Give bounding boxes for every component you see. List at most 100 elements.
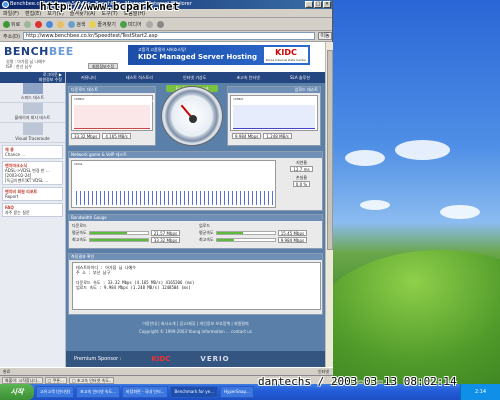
upload-graph: 10Mbit xyxy=(230,95,318,131)
status-text: 완료 xyxy=(3,369,11,374)
taskbar-item-active[interactable]: Benchmark for ye... xyxy=(170,386,218,398)
page-scrollbar[interactable] xyxy=(325,42,333,367)
menu-edit[interactable]: 편집(E) xyxy=(25,10,41,17)
start-button[interactable]: 시작 xyxy=(0,384,34,400)
popup-item[interactable]: 화풀이: 시작합니다.. xyxy=(2,376,43,384)
forward-button[interactable] xyxy=(24,20,32,28)
sidebar-item-blazer-test[interactable]: 블레이저 회사 테스트 xyxy=(0,103,65,123)
popup-item[interactable]: □ 쿠폰... xyxy=(44,376,67,384)
mail-button[interactable] xyxy=(145,20,153,28)
network-graph-max: 10ms xyxy=(74,162,83,166)
network-bars xyxy=(76,191,273,205)
refresh-icon xyxy=(46,20,54,28)
upload-mbps: 9.984 Mbps xyxy=(232,133,262,139)
popup-item[interactable]: □ 초고속 인터넷 속도.. xyxy=(68,376,115,384)
sidebar-item-traceroute[interactable]: Visual Traceroute xyxy=(0,123,65,143)
taskbar-item[interactable]: HyperSnap... xyxy=(219,386,254,398)
sidebar-box-faq[interactable]: FAQ 자주 묻는 질문 xyxy=(2,203,63,217)
network-panel: Network game & VoIP 테스트 10ms 지연율 12.7 ms… xyxy=(68,151,323,211)
sidebar-item-speed-test[interactable]: 스피드 테스트 xyxy=(0,83,65,103)
nav-sla[interactable]: SLA 솔루션 xyxy=(290,75,310,81)
nav-broadband[interactable]: 초고속 인터넷 xyxy=(237,75,260,81)
bw-fill xyxy=(89,238,148,241)
mail-icon xyxy=(145,20,153,28)
cloud xyxy=(440,205,480,219)
test-icon xyxy=(22,103,43,114)
search-button[interactable]: 검색 xyxy=(68,20,85,28)
upload-title: 업로드 테스트 xyxy=(228,87,320,93)
sidebar-top: 로그아웃 ▶ 회원정보 수정 xyxy=(0,72,65,83)
bw-fill xyxy=(216,238,235,241)
close-button[interactable]: × xyxy=(323,1,331,8)
sidebar-box-report[interactable]: 벤치비 회원 리포트 Report xyxy=(2,187,63,201)
address-bar: 주소(D) http://www.benchbee.co.kr/Speedtes… xyxy=(0,31,332,42)
upload-mbs: 1.248 MB/s xyxy=(263,133,292,139)
nav-weather[interactable]: 인터넷 기상도 xyxy=(183,75,206,81)
sponsor-verio[interactable]: VERIO xyxy=(200,355,229,363)
green-hill xyxy=(310,250,500,384)
stop-icon xyxy=(35,20,43,28)
site-nav: 커뮤니티 테스트 히스토리 인터넷 기상도 초고속 인터넷 SLA 솔루션 xyxy=(66,72,325,83)
bw-value: 21.57 Mbps xyxy=(150,229,181,236)
minimize-button[interactable]: _ xyxy=(305,1,313,8)
footer-links[interactable]: 이용안내 | 회사소개 | 광고/제휴 | 개인정보 보호정책 | 회원탈퇴 xyxy=(66,321,325,327)
download-plot xyxy=(74,105,150,129)
sponsor-label: Premium Sponsor : xyxy=(74,356,122,362)
media-icon xyxy=(119,20,127,28)
go-button[interactable]: 이동 xyxy=(318,32,332,40)
left-sidebar: 로그아웃 ▶ 회원정보 수정 스피드 테스트 블레이저 회사 테스트 Visua… xyxy=(0,72,66,367)
browser-toolbar: 뒤로 검색 즐겨찾기 미디어 xyxy=(0,18,332,31)
home-button[interactable] xyxy=(57,20,65,28)
ie-icon xyxy=(2,1,9,8)
network-stats: 지연율 12.7 ms 손실율 0.0 % xyxy=(281,160,322,187)
download-title: 다운로드 테스트 xyxy=(69,87,155,93)
faq-text: 자주 묻는 질문 xyxy=(5,210,30,215)
download-mbs: 4.165 MB/s xyxy=(102,133,131,139)
status-zone: 인터넷 xyxy=(317,369,329,374)
bandwidth-title: Bandwidth Gauge xyxy=(69,215,322,221)
kidc-banner[interactable]: 고품격 고품질의 서버호스팅! KIDC Managed Server Host… xyxy=(128,45,310,65)
media-label: 미디어 xyxy=(127,21,142,28)
menu-file[interactable]: 파일(F) xyxy=(3,10,19,17)
stop-button[interactable] xyxy=(35,20,43,28)
scrollbar-thumb[interactable] xyxy=(327,50,333,250)
taskbar-item[interactable]: 바탕화면 - 국내 인터... xyxy=(121,386,169,398)
nav-test-history[interactable]: 테스트 히스토리 xyxy=(126,75,153,81)
bw-bar xyxy=(215,230,276,235)
back-arrow-icon xyxy=(3,20,10,28)
network-title: Network game & VoIP 테스트 xyxy=(69,152,322,158)
maximize-button[interactable]: □ xyxy=(314,1,322,8)
print-button[interactable] xyxy=(156,20,164,28)
system-tray-clock[interactable]: 2:14 xyxy=(460,384,500,400)
benchbee-logo[interactable]: BENCHBEE xyxy=(4,45,74,58)
sidebar-item-label: Visual Traceroute xyxy=(15,136,50,141)
back-button[interactable]: 뒤로 xyxy=(3,20,20,28)
print-icon xyxy=(156,20,164,28)
bw-value: 9.984 Mbps xyxy=(277,236,308,243)
logo-accent-text: BEE xyxy=(48,45,74,58)
sponsor-kidc[interactable]: KIDC xyxy=(151,355,170,363)
sidebar-box-news[interactable]: 벤치마크소식 ADSL->VDSL 변경 한 ... [2003-02-24] [독금… xyxy=(2,161,63,185)
pointer-hand-icon xyxy=(22,83,43,94)
sidebar-box-jobs[interactable]: 채 용 Chance ... xyxy=(2,145,63,159)
jobs-text: Chance ... xyxy=(5,152,26,157)
bandwidth-panel: Bandwidth Gauge 다운로드 평균속도 21.57 Mbps 최고속도… xyxy=(68,214,323,249)
star-icon xyxy=(89,20,97,28)
media-button[interactable]: 미디어 xyxy=(119,20,142,28)
favorites-button[interactable]: 즐겨찾기 xyxy=(89,20,116,28)
url-watermark: http://www.bcpark.net xyxy=(40,0,180,13)
taskbar-item[interactable]: 초고속 인터넷 속도... xyxy=(76,386,120,398)
address-input[interactable]: http://www.benchbee.co.kr/Speedtest/Test… xyxy=(22,32,315,40)
bandwidth-download: 다운로드 평균속도 21.57 Mbps 최고속도 33.32 Mbps xyxy=(72,223,194,243)
member-edit-button[interactable]: 회원정보수정 xyxy=(88,63,118,69)
favorites-label: 즐겨찾기 xyxy=(97,21,116,28)
user-info: 성명 : 아가잠 님 나예수 ISP : 한선 남우 xyxy=(6,59,46,69)
home-icon xyxy=(57,20,65,28)
nav-community[interactable]: 커뮤니티 xyxy=(81,75,96,81)
bw-fill xyxy=(216,231,244,234)
forward-arrow-icon xyxy=(24,20,32,28)
refresh-button[interactable] xyxy=(46,20,54,28)
edit-member-link[interactable]: 회원정보 수정 xyxy=(0,77,62,82)
taskbar-item[interactable]: 고유고객 (인터넷) xyxy=(36,386,75,398)
result-text[interactable]: 테스트아이디 : 아가잠 님 나예수 주 소 : 부산 남구 다운로드 속도 :… xyxy=(72,262,321,310)
